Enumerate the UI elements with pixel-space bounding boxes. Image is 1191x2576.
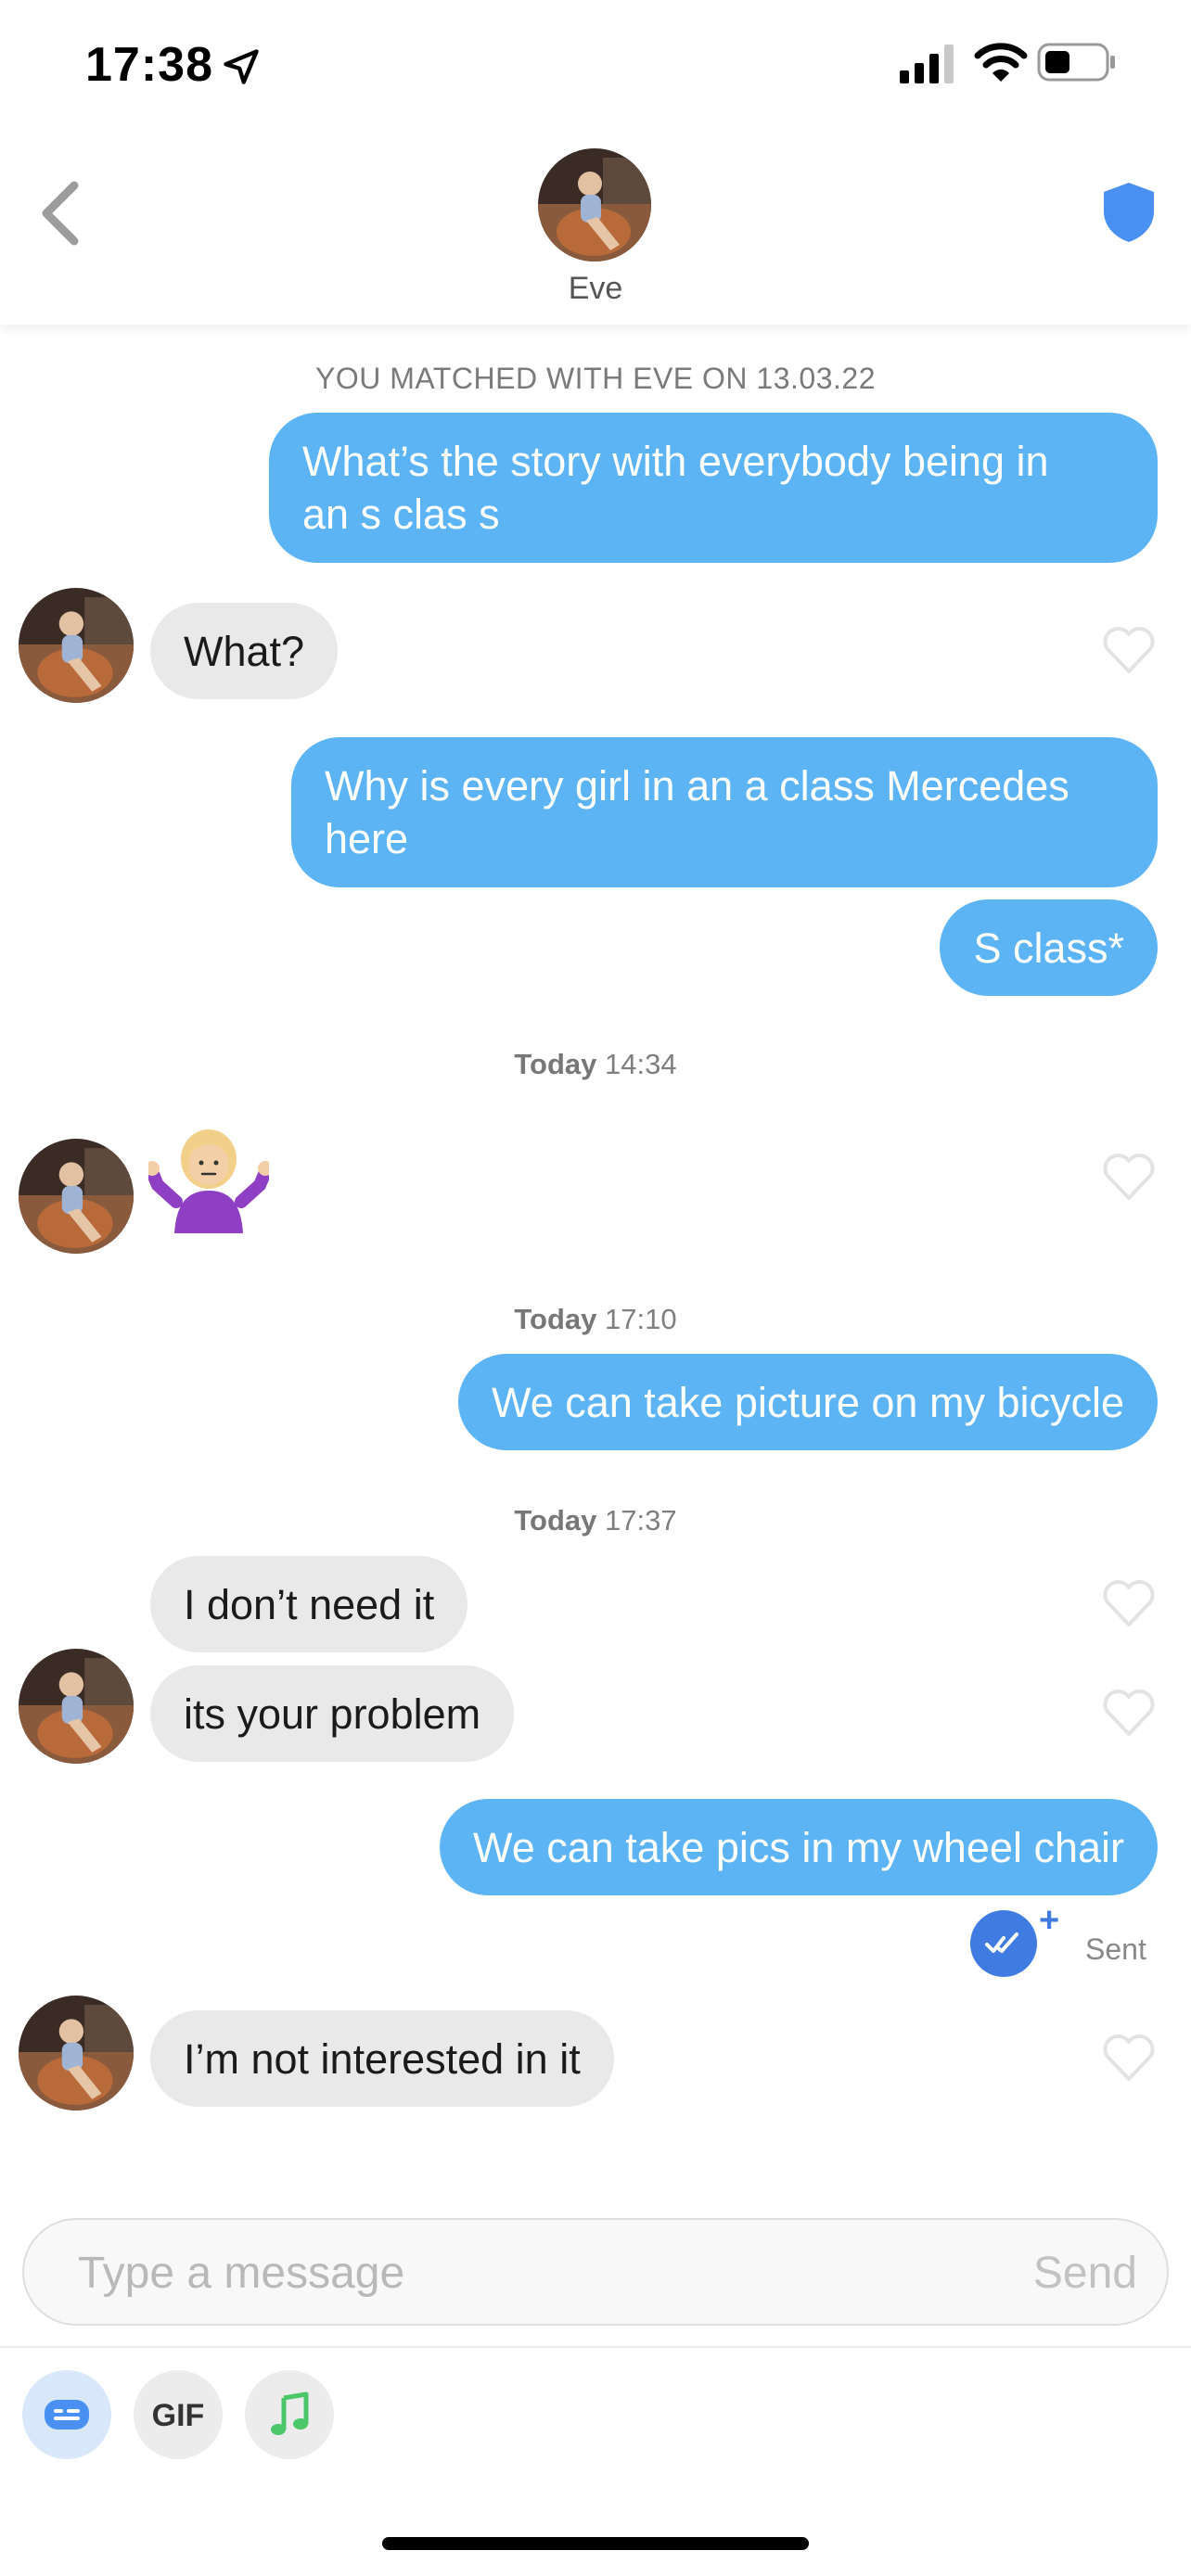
chat-header: Eve — [0, 139, 1191, 325]
message-list[interactable]: YOU MATCHED WITH EVE ON 13.03.22 What’s … — [0, 325, 1191, 2161]
contact-avatar-small[interactable] — [19, 1139, 134, 1254]
shrug-emoji-icon[interactable] — [148, 1120, 269, 1241]
gif-label: GIF — [151, 2398, 205, 2433]
contact-avatar-small[interactable] — [19, 588, 134, 703]
contact-name: Eve — [568, 271, 623, 306]
outgoing-message[interactable]: Why is every girl in an a class Mercedes… — [291, 737, 1158, 887]
outgoing-message[interactable]: S class* — [940, 899, 1158, 996]
divider — [0, 2346, 1191, 2348]
heart-icon[interactable] — [1100, 1576, 1158, 1630]
incoming-message[interactable]: What? — [150, 603, 339, 699]
sticker-icon — [45, 2400, 89, 2429]
back-chevron-icon[interactable] — [33, 176, 91, 250]
location-arrow-icon — [224, 49, 259, 84]
message-composer[interactable]: Type a message Send — [22, 2218, 1169, 2326]
outgoing-message[interactable]: We can take pics in my wheel chair — [440, 1799, 1158, 1895]
double-check-icon — [970, 1910, 1037, 1977]
wifi-icon — [974, 43, 1028, 82]
battery-icon — [1037, 43, 1115, 82]
music-note-icon — [271, 2391, 309, 2435]
timestamp: Today 17:10 — [514, 1303, 677, 1335]
contact-avatar-small[interactable] — [19, 1996, 134, 2111]
outgoing-message[interactable]: What’s the story with everybody being in… — [269, 413, 1158, 563]
heart-icon[interactable] — [1100, 1150, 1158, 1204]
timestamp: Today 14:34 — [514, 1048, 677, 1080]
shield-icon[interactable] — [1100, 180, 1158, 245]
message-input[interactable]: Type a message — [78, 2248, 404, 2299]
signal-icon — [900, 45, 954, 83]
timestamp: Today 17:37 — [514, 1504, 677, 1537]
match-note: YOU MATCHED WITH EVE ON 13.03.22 — [315, 362, 876, 395]
outgoing-message[interactable]: We can take picture on my bicycle — [458, 1354, 1158, 1450]
status-bar: 17:38 — [0, 0, 1191, 139]
incoming-message[interactable]: I’m not interested in it — [150, 2010, 614, 2107]
music-button[interactable] — [245, 2370, 334, 2459]
sent-plus[interactable]: + — [1039, 1901, 1059, 1941]
incoming-message[interactable]: I don’t need it — [150, 1556, 468, 1652]
sent-status: Sent — [1085, 1932, 1146, 1966]
sticker-button[interactable] — [22, 2370, 111, 2459]
contact-avatar[interactable] — [538, 148, 651, 261]
heart-icon[interactable] — [1100, 2031, 1158, 2085]
home-indicator[interactable] — [382, 2537, 809, 2550]
heart-icon[interactable] — [1100, 1686, 1158, 1740]
heart-icon[interactable] — [1100, 623, 1158, 677]
send-button[interactable]: Send — [1033, 2248, 1137, 2299]
status-time: 17:38 — [85, 38, 213, 92]
contact-avatar-small[interactable] — [19, 1649, 134, 1764]
incoming-message[interactable]: its your problem — [150, 1665, 515, 1762]
gif-button[interactable]: GIF — [134, 2370, 223, 2459]
